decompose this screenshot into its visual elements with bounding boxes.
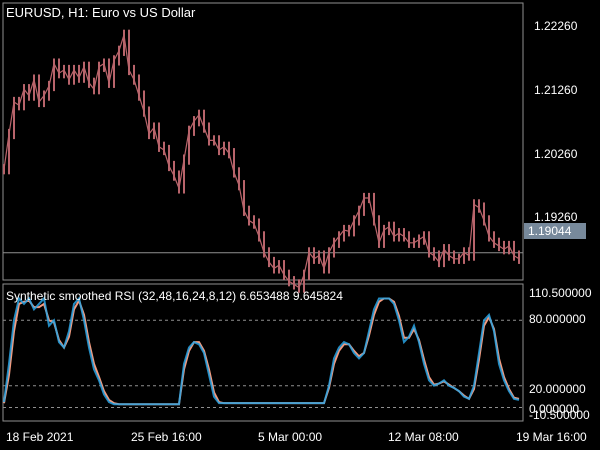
rsi-main-line <box>3 296 520 406</box>
time-tick-3: 5 Mar 00:00 <box>258 430 323 444</box>
chart-canvas <box>2 2 524 422</box>
indicator-tick-20: 20.000000 <box>529 382 586 396</box>
indicator-tick-80: 80.000000 <box>529 312 586 326</box>
price-tick-1: 1.22260 <box>534 19 578 33</box>
time-tick-2: 25 Feb 16:00 <box>131 430 202 444</box>
time-tick-4: 12 Mar 08:00 <box>388 430 459 444</box>
symbol-title: EURUSD, H1: Euro vs US Dollar <box>6 5 196 20</box>
time-tick-5: 19 Mar 16:00 <box>516 430 587 444</box>
current-price-tag: 1.19044 <box>524 223 586 239</box>
price-line <box>3 34 520 289</box>
indicator-tick-min: -10.500000 <box>529 408 590 422</box>
price-tick-3: 1.20260 <box>534 147 578 161</box>
indicator-tick-max: 110.500000 <box>529 286 592 300</box>
time-tick-1: 18 Feb 2021 <box>6 430 74 444</box>
price-tick-4: 1.19260 <box>534 210 578 224</box>
indicator-title: Synthetic smoothed RSI (32,48,16,24,8,12… <box>6 289 343 303</box>
price-tick-2: 1.21260 <box>534 83 578 97</box>
rsi-signal-line <box>3 297 520 406</box>
